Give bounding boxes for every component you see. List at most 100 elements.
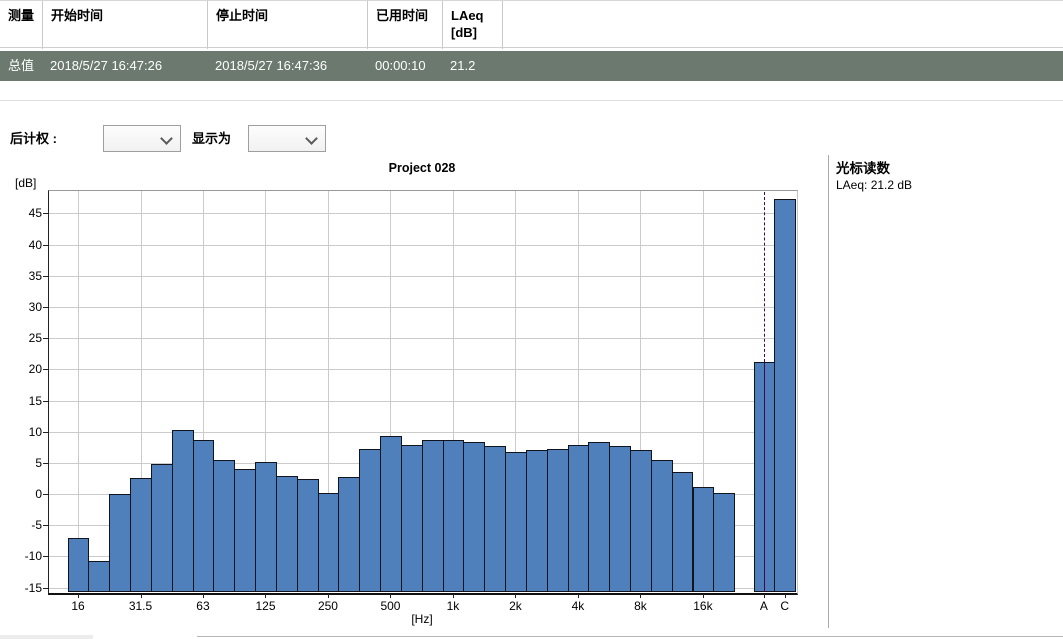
x-tick [515, 594, 517, 598]
x-tick [640, 594, 642, 598]
y-tick-label: 10 [28, 424, 42, 439]
h-gridline [49, 338, 796, 340]
laeq-header-line1: LAeq [451, 8, 484, 23]
h-gridline [49, 213, 796, 215]
bar-63[interactable] [192, 440, 215, 592]
x-tick-label: 1k [446, 599, 460, 613]
y-tick [43, 400, 48, 402]
measurement-table-header: 测量 开始时间 停止时间 已用时间 LAeq [dB] [0, 0, 1063, 49]
bar-1.6k[interactable] [484, 446, 507, 592]
bar-500[interactable] [380, 436, 402, 592]
bar-80[interactable] [213, 460, 236, 592]
bottom-edge [0, 635, 93, 639]
bar-5k[interactable] [588, 442, 611, 592]
cell-laeq: 21.2 [450, 58, 476, 73]
bar-400[interactable] [359, 448, 382, 592]
post-weighting-select[interactable] [103, 125, 181, 152]
bar-4k[interactable] [567, 445, 590, 592]
cursor-line-dashed[interactable] [763, 192, 765, 362]
bar-1.25k[interactable] [463, 442, 486, 592]
cell-measurement: 总值 [8, 58, 35, 73]
x-tick [390, 594, 392, 598]
chart-title: Project 028 [388, 161, 456, 175]
x-tick-label: 125 [255, 599, 276, 613]
x-tick [140, 594, 142, 598]
y-tick [43, 338, 48, 340]
x-tick-label: 2k [509, 599, 522, 613]
bar-1k[interactable] [442, 439, 465, 592]
bar-C[interactable] [774, 199, 797, 592]
x-tick [452, 594, 454, 598]
y-tick [43, 306, 48, 308]
panel-divider [828, 155, 829, 628]
y-tick [43, 275, 48, 277]
bar-2.5k[interactable] [525, 450, 548, 592]
y-tick [43, 431, 48, 433]
y-tick [43, 244, 48, 246]
bar-125[interactable] [255, 462, 277, 592]
h-gridline [49, 244, 796, 246]
bar-20k[interactable] [713, 493, 736, 592]
x-tick [763, 594, 765, 598]
col-header-measurement: 测量 [0, 1, 43, 49]
x-tick-label: 250 [317, 599, 338, 613]
h-gridline [49, 275, 796, 277]
bar-630[interactable] [400, 444, 423, 592]
x-tick-label: 16k [693, 599, 713, 613]
y-tick-label: 15 [28, 393, 42, 408]
section-divider [0, 100, 1063, 101]
x-tick [702, 594, 704, 598]
bar-10k[interactable] [650, 459, 673, 592]
x-tick-label: C [780, 599, 790, 613]
x-tick [202, 594, 204, 598]
chevron-down-icon [160, 132, 173, 145]
bar-25[interactable] [109, 494, 132, 592]
x-tick-label: 63 [196, 599, 210, 613]
y-tick-label: 25 [28, 331, 42, 346]
bar-8k[interactable] [630, 450, 652, 592]
cursor-line-solid[interactable] [763, 361, 766, 592]
x-tick-label: 4k [571, 599, 585, 613]
cell-elapsed-time: 00:00:10 [375, 58, 426, 73]
h-gridline [49, 369, 796, 371]
x-tick-label: 500 [380, 599, 401, 613]
bar-31.5[interactable] [130, 477, 152, 592]
x-tick-label: 8k [634, 599, 647, 613]
y-tick-label: -15 [24, 580, 42, 595]
cell-stop-time: 2018/5/27 16:47:36 [215, 58, 328, 73]
bar-16[interactable] [67, 537, 90, 592]
y-tick-label: -10 [24, 549, 42, 564]
post-weighting-label: 后计权 : [10, 131, 57, 146]
display-as-select[interactable] [248, 125, 326, 152]
bar-12.5k[interactable] [671, 471, 694, 592]
bar-250[interactable] [317, 492, 340, 592]
v-gridline [78, 191, 79, 592]
h-gridline [49, 431, 796, 433]
y-tick-label: 35 [28, 268, 42, 283]
bar-2k[interactable] [505, 451, 527, 592]
col-header-stop-time: 停止时间 [208, 1, 368, 49]
x-tick-label: 16 [71, 599, 85, 613]
bar-40[interactable] [150, 464, 173, 592]
bar-160[interactable] [275, 475, 298, 592]
x-tick [327, 594, 329, 598]
bar-20[interactable] [88, 560, 111, 592]
y-tick-label: 20 [28, 362, 42, 377]
y-tick [43, 213, 48, 215]
bar-16k[interactable] [692, 486, 715, 592]
cursor-readout-title: 光标读数 [836, 161, 890, 176]
h-gridline [49, 306, 796, 308]
table-row-total[interactable]: 总值 2018/5/27 16:47:26 2018/5/27 16:47:36… [0, 51, 1063, 81]
h-gridline [49, 400, 796, 402]
bar-315[interactable] [338, 477, 361, 592]
bar-800[interactable] [421, 439, 444, 592]
y-tick-label: 0 [35, 487, 42, 502]
app-window: 测量 开始时间 停止时间 已用时间 LAeq [dB] 总值 2018/5/27… [0, 0, 1063, 639]
bar-6.3k[interactable] [609, 446, 631, 592]
x-axis-unit-label: [Hz] [411, 612, 433, 626]
bar-200[interactable] [296, 479, 319, 592]
bar-3.15k[interactable] [546, 448, 569, 592]
bar-50[interactable] [171, 430, 194, 592]
bar-100[interactable] [234, 469, 257, 592]
y-axis-unit-label: [dB] [15, 176, 37, 190]
